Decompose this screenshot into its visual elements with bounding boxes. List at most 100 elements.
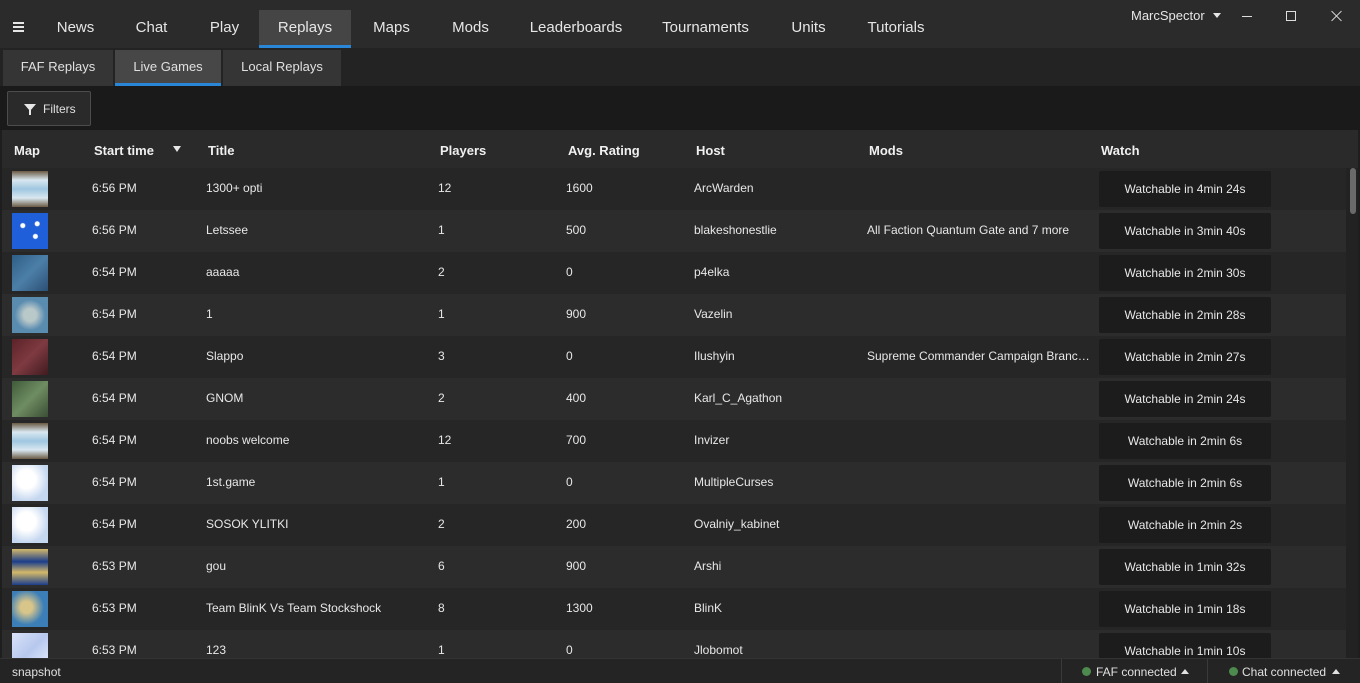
tab-tutorials[interactable]: Tutorials — [858, 10, 934, 48]
rating-cell: 200 — [566, 517, 587, 531]
watch-button[interactable]: Watchable in 3min 40s — [1099, 213, 1271, 249]
host-cell: Vazelin — [694, 307, 733, 321]
map-thumbnail — [12, 297, 48, 333]
watch-button[interactable]: Watchable in 2min 6s — [1099, 465, 1271, 501]
faf-status-label: FAF connected — [1096, 665, 1177, 679]
host-cell: MultipleCurses — [694, 475, 774, 489]
filters-label: Filters — [43, 102, 76, 116]
map-thumbnail — [12, 507, 48, 543]
table-row[interactable]: 6:54 PM 1 1 900 Vazelin Watchable in 2min 28s — [2, 294, 1346, 336]
tab-replays[interactable]: Replays — [259, 10, 351, 48]
map-thumbnail — [12, 465, 48, 501]
maximize-button[interactable] — [1279, 6, 1303, 26]
host-cell: Ovalniy_kabinet — [694, 517, 780, 531]
faf-connection-status[interactable]: FAF connected — [1061, 659, 1207, 683]
tab-play[interactable]: Play — [193, 10, 256, 48]
vertical-scrollbar[interactable] — [1346, 168, 1358, 658]
tab-chat[interactable]: Chat — [120, 10, 183, 48]
column-header-host[interactable]: Host — [696, 143, 725, 158]
players-cell: 12 — [438, 181, 452, 195]
rating-cell: 1600 — [566, 181, 593, 195]
column-header-players[interactable]: Players — [440, 143, 486, 158]
host-cell: ArcWarden — [694, 181, 754, 195]
mods-cell: Supreme Commander Campaign Branc… — [867, 349, 1090, 363]
start-time-cell: 6:54 PM — [92, 475, 137, 489]
watch-button[interactable]: Watchable in 2min 28s — [1099, 297, 1271, 333]
tab-news[interactable]: News — [44, 10, 107, 48]
map-thumbnail — [12, 339, 48, 375]
subtab-live-games[interactable]: Live Games — [115, 50, 221, 86]
players-cell: 12 — [438, 433, 452, 447]
watch-button[interactable]: Watchable in 2min 30s — [1099, 255, 1271, 291]
rating-cell: 0 — [566, 349, 573, 363]
minimize-button[interactable] — [1235, 6, 1259, 26]
watch-button[interactable]: Watchable in 4min 24s — [1099, 171, 1271, 207]
table-row[interactable]: 6:54 PM GNOM 2 400 Karl_C_Agathon Watchable i… — [2, 378, 1346, 420]
host-cell: blakeshonestlie — [694, 223, 777, 237]
chevron-up-icon — [1332, 669, 1340, 674]
rating-cell: 0 — [566, 475, 573, 489]
hamburger-menu-icon[interactable] — [6, 14, 32, 40]
tab-maps[interactable]: Maps — [360, 10, 423, 48]
table-row[interactable]: 6:54 PM noobs welcome 12 700 Invizer Watchabl… — [2, 420, 1346, 462]
status-bar: snapshot FAF connected Chat connected — [0, 658, 1360, 683]
scrollbar-thumb[interactable] — [1350, 168, 1356, 214]
title-cell: 123 — [206, 643, 227, 657]
column-header-map[interactable]: Map — [14, 143, 40, 158]
rating-cell: 700 — [566, 433, 587, 447]
table-row[interactable]: 6:56 PM Letssee 1 500 blakeshonestlie All Fac… — [2, 210, 1346, 252]
column-header-mods[interactable]: Mods — [869, 143, 903, 158]
watch-button[interactable]: Watchable in 1min 18s — [1099, 591, 1271, 627]
players-cell: 1 — [438, 475, 445, 489]
table-row[interactable]: 6:54 PM aaaaa 2 0 p4elka Watchable in 2min 30… — [2, 252, 1346, 294]
start-time-cell: 6:54 PM — [92, 517, 137, 531]
tab-leaderboards[interactable]: Leaderboards — [521, 10, 631, 48]
table-row[interactable]: 6:53 PM gou 6 900 Arshi Watchable in 1min 32s — [2, 546, 1346, 588]
table-row[interactable]: 6:53 PM 123 1 0 Jlobomot Watchable in 1min 10… — [2, 630, 1346, 658]
tab-units[interactable]: Units — [780, 10, 837, 48]
title-cell: Slappo — [206, 349, 244, 363]
watch-button[interactable]: Watchable in 2min 24s — [1099, 381, 1271, 417]
players-cell: 3 — [438, 349, 445, 363]
map-thumbnail — [12, 633, 48, 658]
chat-status-label: Chat connected — [1242, 665, 1327, 679]
tab-tournaments[interactable]: Tournaments — [652, 10, 759, 48]
players-cell: 2 — [438, 517, 445, 531]
host-cell: Jlobomot — [694, 643, 743, 657]
table-row[interactable]: 6:54 PM 1st.game 1 0 MultipleCurses Watchable… — [2, 462, 1346, 504]
filters-button[interactable]: Filters — [7, 91, 91, 126]
live-games-table: Map Start time Title Players Avg. Rating… — [2, 130, 1358, 658]
mods-cell: All Faction Quantum Gate and 7 more — [867, 223, 1070, 237]
host-cell: p4elka — [694, 265, 730, 279]
subtab-local-replays[interactable]: Local Replays — [223, 50, 341, 86]
watch-button[interactable]: Watchable in 2min 6s — [1099, 423, 1271, 459]
close-button[interactable] — [1325, 6, 1349, 26]
watch-button[interactable]: Watchable in 1min 32s — [1099, 549, 1271, 585]
column-header-watch[interactable]: Watch — [1101, 143, 1140, 158]
column-header-rating[interactable]: Avg. Rating — [568, 143, 640, 158]
column-header-title[interactable]: Title — [208, 143, 235, 158]
table-row[interactable]: 6:54 PM Slappo 3 0 Ilushyin Supreme Commander… — [2, 336, 1346, 378]
watch-button[interactable]: Watchable in 2min 2s — [1099, 507, 1271, 543]
map-thumbnail — [12, 549, 48, 585]
sort-descending-icon[interactable] — [173, 146, 181, 152]
table-row[interactable]: 6:53 PM Team BlinK Vs Team Stockshock 8 130… — [2, 588, 1346, 630]
user-menu[interactable]: MarcSpector — [1131, 8, 1221, 23]
players-cell: 1 — [438, 643, 445, 657]
title-cell: GNOM — [206, 391, 244, 405]
username: MarcSpector — [1131, 8, 1205, 23]
chat-connection-status[interactable]: Chat connected — [1207, 659, 1360, 683]
rating-cell: 900 — [566, 559, 587, 573]
tab-mods[interactable]: Mods — [439, 10, 502, 48]
watch-button[interactable]: Watchable in 1min 10s — [1099, 633, 1271, 658]
table-row[interactable]: 6:56 PM 1300+ opti 12 1600 ArcWarden Watchabl… — [2, 168, 1346, 210]
watch-button[interactable]: Watchable in 2min 27s — [1099, 339, 1271, 375]
status-dot-icon — [1082, 667, 1091, 676]
subtab-faf-replays[interactable]: FAF Replays — [3, 50, 113, 86]
table-row[interactable]: 6:54 PM SOSOK YLITKI 2 200 Ovalniy_kabinet Wa… — [2, 504, 1346, 546]
rating-cell: 400 — [566, 391, 587, 405]
map-thumbnail — [12, 381, 48, 417]
toolbar: Filters — [0, 86, 1360, 130]
column-header-start-time[interactable]: Start time — [94, 143, 154, 158]
host-cell: Invizer — [694, 433, 730, 447]
